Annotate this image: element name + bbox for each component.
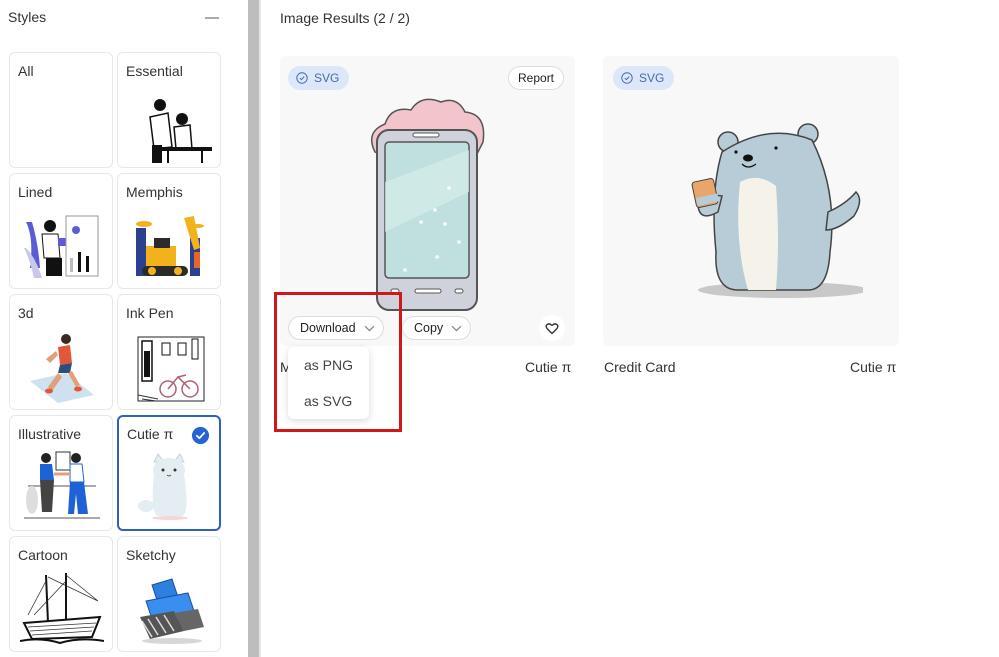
style-card-cutie-pi[interactable]: Cutie π — [117, 415, 221, 531]
polar-bear-image — [691, 123, 863, 298]
check-circle-icon — [296, 72, 308, 84]
sidebar-scrollbar[interactable] — [248, 0, 261, 657]
style-card-cartoon[interactable]: Cartoon — [9, 536, 113, 652]
style-card-all[interactable]: All — [9, 52, 113, 168]
style-card-sketchy[interactable]: Sketchy — [117, 536, 221, 652]
style-label: Cartoon — [18, 547, 68, 563]
check-circle-icon — [621, 72, 633, 84]
copy-button[interactable]: Copy — [402, 316, 472, 340]
results-title: Image Results (2 / 2) — [280, 10, 410, 26]
collapse-button[interactable] — [200, 8, 224, 28]
style-label: 3d — [18, 305, 34, 321]
style-label: Memphis — [126, 184, 183, 200]
memphis-thumbnail-image — [136, 216, 204, 276]
illustrative-thumbnail-image — [24, 451, 100, 519]
cutie-pi-thumbnail-image — [138, 453, 188, 520]
style-card-memphis[interactable]: Memphis — [117, 173, 221, 289]
styles-sidebar: Styles All Essential Lined Memphis 3d In… — [0, 0, 248, 657]
badge-label: SVG — [639, 71, 665, 85]
result-title: Credit Card — [604, 359, 676, 375]
3d-thumbnail-image — [30, 334, 94, 403]
essential-thumbnail-image — [149, 99, 212, 163]
menu-item-as-svg[interactable]: as SVG — [304, 393, 352, 409]
sketchy-thumbnail-image — [140, 578, 204, 644]
style-card-3d[interactable]: 3d — [9, 294, 113, 410]
chevron-down-icon — [364, 325, 375, 331]
style-card-illustrative[interactable]: Illustrative — [9, 415, 113, 531]
menu-item-as-png[interactable]: as PNG — [304, 357, 353, 373]
favorite-button[interactable] — [539, 315, 565, 341]
chevron-down-icon — [451, 325, 462, 331]
heart-icon — [545, 322, 559, 334]
mobile-phone-image — [370, 98, 485, 311]
result-style: Cutie π — [525, 359, 572, 375]
style-label: Illustrative — [18, 426, 82, 442]
copy-label: Copy — [414, 321, 444, 335]
style-card-essential[interactable]: Essential — [117, 52, 221, 168]
result-style: Cutie π — [850, 359, 897, 375]
style-label: Essential — [126, 63, 183, 79]
style-label: All — [18, 63, 34, 79]
result-card-mobile-phone[interactable]: SVG Report Download Copy — [280, 56, 575, 346]
selected-check-icon — [192, 427, 209, 444]
style-card-ink-pen[interactable]: Ink Pen — [117, 294, 221, 410]
download-label: Download — [300, 321, 356, 335]
download-dropdown-menu: as PNG as SVG — [288, 347, 369, 419]
image-results-panel: Image Results (2 / 2) SVG Report Downloa… — [263, 0, 999, 657]
download-button[interactable]: Download — [288, 316, 384, 340]
report-button[interactable]: Report — [508, 66, 565, 90]
style-label: Lined — [18, 184, 53, 200]
svg-badge: SVG — [288, 66, 350, 90]
style-label: Cutie π — [127, 426, 174, 442]
minus-icon — [205, 17, 219, 19]
svg-badge: SVG — [613, 66, 675, 90]
lined-thumbnail-image — [24, 215, 99, 278]
sidebar-title: Styles — [8, 9, 47, 25]
ink-pen-thumbnail-image — [137, 336, 205, 402]
result-card-credit-card[interactable]: SVG — [603, 56, 899, 346]
badge-label: SVG — [314, 71, 340, 85]
style-label: Ink Pen — [126, 305, 174, 321]
cartoon-thumbnail-image — [20, 573, 104, 645]
style-label: Sketchy — [126, 547, 176, 563]
style-card-lined[interactable]: Lined — [9, 173, 113, 289]
